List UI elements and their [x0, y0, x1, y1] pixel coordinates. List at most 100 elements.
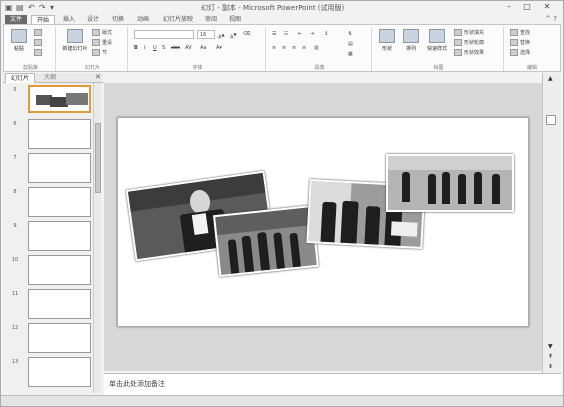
- slide-thumbnail[interactable]: [28, 153, 91, 183]
- previous-slide-icon[interactable]: ⇞: [548, 353, 553, 360]
- slide-thumbnail[interactable]: [28, 187, 91, 217]
- editing-group: 查找 替换 选择 编辑: [506, 27, 558, 71]
- slide-photo[interactable]: [213, 204, 319, 278]
- minimize-button[interactable]: –: [501, 2, 517, 13]
- slide-thumbnail[interactable]: [28, 357, 91, 387]
- decrease-indent-icon[interactable]: ⇤: [298, 30, 302, 39]
- slide-thumbnail[interactable]: [28, 255, 91, 285]
- app-icon[interactable]: ▣: [5, 3, 13, 13]
- new-slide-icon: [67, 29, 83, 43]
- clear-format-icon[interactable]: ⌫: [243, 30, 250, 39]
- bold-icon[interactable]: B: [134, 44, 138, 53]
- format-painter-button[interactable]: [34, 49, 44, 58]
- section-icon: [92, 49, 100, 56]
- slide-number: 7: [13, 155, 17, 161]
- tab-outline-pane[interactable]: 大纲: [37, 73, 63, 83]
- italic-icon[interactable]: I: [144, 44, 145, 53]
- photo-person: [289, 232, 301, 268]
- paste-button[interactable]: 粘贴: [8, 28, 30, 58]
- reset-button[interactable]: 重设: [92, 39, 112, 48]
- undo-icon[interactable]: ↶: [28, 3, 35, 13]
- shape-fill-button[interactable]: 形状填充: [454, 29, 484, 38]
- photo-person: [458, 174, 466, 204]
- shapes-button[interactable]: 形状: [376, 28, 398, 58]
- smartart-icon[interactable]: ▦: [348, 50, 353, 59]
- slide-thumbnail[interactable]: [28, 323, 91, 353]
- status-bar: [1, 395, 563, 406]
- cut-button[interactable]: [34, 29, 44, 38]
- align-center-icon[interactable]: ≡: [282, 44, 286, 53]
- format-painter-icon: [34, 49, 42, 56]
- thumbnail-scrollbar[interactable]: [93, 83, 101, 393]
- help-icon[interactable]: ?: [553, 15, 557, 23]
- shrink-font-icon[interactable]: A▼: [230, 30, 237, 41]
- next-slide-icon[interactable]: ⇟: [548, 363, 553, 370]
- align-text-icon[interactable]: ▤: [348, 40, 353, 49]
- justify-icon[interactable]: ≡: [302, 44, 306, 53]
- redo-icon[interactable]: ↷: [39, 3, 46, 13]
- photo-person: [492, 174, 500, 204]
- save-icon[interactable]: ▤: [16, 3, 24, 13]
- maximize-button[interactable]: □: [519, 2, 535, 13]
- shape-effects-button[interactable]: 形状效果: [454, 49, 484, 58]
- section-button[interactable]: 节: [92, 49, 107, 58]
- photo-person: [402, 172, 410, 202]
- slide-number: 8: [13, 189, 17, 195]
- line-spacing-icon[interactable]: ↕: [324, 30, 328, 39]
- layout-button[interactable]: 版式: [92, 29, 112, 38]
- outline-icon: [454, 39, 462, 46]
- slide-photo[interactable]: [386, 154, 514, 212]
- numbering-icon[interactable]: ☷: [284, 30, 288, 39]
- select-button[interactable]: 选择: [510, 49, 530, 58]
- powerpoint-window: ▣ ▤ ↶ ↷ ▾ 幻灯 - 副本 - Microsoft PowerPoint…: [0, 0, 564, 407]
- quick-styles-button[interactable]: 快速样式: [424, 28, 450, 58]
- replace-button[interactable]: 替换: [510, 39, 530, 48]
- close-pane-icon[interactable]: ✕: [95, 73, 101, 81]
- slide-thumbnail[interactable]: [28, 221, 91, 251]
- find-button[interactable]: 查找: [510, 29, 530, 38]
- copy-button[interactable]: [34, 39, 44, 48]
- shape-outline-button[interactable]: 形状轮廓: [454, 39, 484, 48]
- photo-document: [390, 221, 418, 237]
- scroll-down-icon[interactable]: ▼: [548, 343, 553, 350]
- font-label: 字体: [192, 65, 203, 71]
- thumbnail-scroll-thumb[interactable]: [95, 123, 101, 193]
- font-name-select[interactable]: [134, 30, 194, 39]
- bullets-icon[interactable]: ☰: [272, 30, 276, 39]
- grow-font-icon[interactable]: A▲: [218, 30, 225, 41]
- shadow-icon[interactable]: S: [162, 44, 165, 53]
- arrange-button[interactable]: 排列: [400, 28, 422, 58]
- tab-slides-pane[interactable]: 幻灯片: [5, 73, 35, 83]
- slide-thumbnail[interactable]: [28, 289, 91, 319]
- find-icon: [510, 29, 518, 36]
- scroll-up-icon[interactable]: ▲: [548, 75, 553, 82]
- current-slide[interactable]: [117, 117, 529, 327]
- collapse-ribbon-icon[interactable]: ^: [545, 15, 551, 23]
- change-case-icon[interactable]: Aa: [200, 44, 206, 53]
- font-color-icon[interactable]: A▾: [216, 44, 222, 53]
- strikethrough-icon[interactable]: abc: [171, 44, 180, 53]
- slide-thumbnail[interactable]: [28, 85, 91, 113]
- paste-icon: [11, 29, 27, 43]
- customize-qat-icon[interactable]: ▾: [50, 3, 54, 13]
- increase-indent-icon[interactable]: ⇥: [310, 30, 314, 39]
- slide-thumbnails: 5 6 7 8 9 10 11 12 13: [3, 83, 93, 393]
- align-left-icon[interactable]: ≡: [272, 44, 276, 53]
- text-direction-icon[interactable]: ⇅: [348, 30, 352, 39]
- align-right-icon[interactable]: ≡: [292, 44, 296, 53]
- slide-thumbnail[interactable]: [28, 119, 91, 149]
- photo-person: [474, 172, 482, 204]
- photo-person: [273, 232, 285, 270]
- columns-icon[interactable]: ▥: [314, 44, 319, 53]
- new-slide-button[interactable]: 新建幻灯片: [62, 28, 88, 58]
- underline-icon[interactable]: U: [153, 44, 157, 53]
- slide-number: 13: [11, 359, 19, 365]
- char-spacing-icon[interactable]: AV: [185, 44, 192, 53]
- slides-label: 幻灯片: [84, 65, 100, 71]
- photo-shirt: [191, 213, 209, 235]
- slide-scrollbar[interactable]: ▲ ▼ ⇞ ⇟: [542, 73, 561, 373]
- close-button[interactable]: ✕: [539, 2, 555, 13]
- slide-scroll-thumb[interactable]: [546, 115, 556, 125]
- font-size-select[interactable]: 16: [197, 30, 215, 39]
- notes-pane[interactable]: 单击此处添加备注: [104, 373, 561, 395]
